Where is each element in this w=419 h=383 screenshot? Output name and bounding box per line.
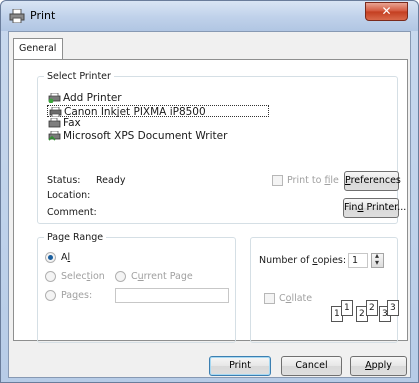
page-icon: 3 <box>387 300 399 316</box>
status-label: Status: <box>47 175 81 186</box>
add-printer-icon <box>48 93 61 103</box>
xps-printer-icon <box>48 130 61 141</box>
current-page-label: Current Page <box>131 271 193 282</box>
selection-label: Selection <box>61 271 105 282</box>
page-range-group: Page Range Al Selection Current Page Pag… <box>37 232 236 343</box>
print-dialog: Print ✕ General Select Printer Add Print… <box>0 0 419 383</box>
selection-radio[interactable] <box>45 271 56 282</box>
general-tab-page: Select Printer Add Printer Canon Inkjet … <box>13 59 408 343</box>
pages-input[interactable] <box>115 288 229 303</box>
printer-list[interactable]: Add Printer Canon Inkjet PIXMA iP8500 Fa… <box>47 92 269 142</box>
tab-label: General <box>19 43 57 54</box>
pages-label: Pages: <box>61 290 93 301</box>
list-item[interactable]: Canon Inkjet PIXMA iP8500 <box>47 104 269 118</box>
find-printer-button[interactable]: Find Printer... <box>343 198 406 218</box>
collate-label: Collate <box>279 293 313 304</box>
close-icon: ✕ <box>381 4 392 18</box>
all-label: Al <box>61 252 71 263</box>
pages-radio[interactable] <box>45 290 56 301</box>
print-button[interactable]: Print <box>209 356 271 376</box>
window-title: Print <box>30 9 56 22</box>
copies-group: Number of copies: 1 Collate 1 1 2 2 3 3 <box>250 237 399 343</box>
collate-checkbox[interactable] <box>264 293 275 304</box>
list-item[interactable]: Microsoft XPS Document Writer <box>47 130 269 142</box>
comment-label: Comment: <box>47 207 97 218</box>
printer-name: Add Printer <box>63 92 122 104</box>
current-page-radio[interactable] <box>115 271 126 282</box>
page-icon: 1 <box>341 300 353 316</box>
copies-label: Number of copies: <box>259 255 347 266</box>
select-printer-group: Select Printer Add Printer Canon Inkjet … <box>37 71 406 224</box>
copies-input[interactable]: 1 <box>348 253 368 268</box>
status-value: Ready <box>96 175 126 186</box>
printer-icon <box>9 9 25 23</box>
fax-icon <box>48 118 61 128</box>
printer-name: Canon Inkjet PIXMA iP8500 <box>64 105 206 118</box>
dialog-body: General Select Printer Add Printer Canon… <box>8 31 411 378</box>
preferences-button[interactable]: Preferences <box>344 171 401 191</box>
location-label: Location: <box>47 190 91 201</box>
copies-spinner[interactable] <box>371 251 384 268</box>
print-to-file-checkbox[interactable] <box>272 175 283 186</box>
apply-button[interactable]: Apply <box>350 356 407 376</box>
printer-name: Microsoft XPS Document Writer <box>63 129 228 142</box>
print-to-file-label: Print to file <box>287 175 339 186</box>
select-printer-legend: Select Printer <box>44 71 114 82</box>
printer-icon <box>49 106 62 117</box>
printer-name: Fax <box>63 117 81 129</box>
list-item[interactable]: Fax <box>47 117 269 129</box>
title-bar[interactable]: Print ✕ <box>1 1 418 31</box>
close-button[interactable]: ✕ <box>365 2 408 21</box>
page-range-legend: Page Range <box>44 232 107 243</box>
page-icon: 2 <box>366 300 378 316</box>
list-item[interactable]: Add Printer <box>47 92 269 104</box>
tab-general[interactable]: General <box>13 38 63 60</box>
all-radio[interactable] <box>45 252 56 263</box>
cancel-button[interactable]: Cancel <box>281 356 342 376</box>
